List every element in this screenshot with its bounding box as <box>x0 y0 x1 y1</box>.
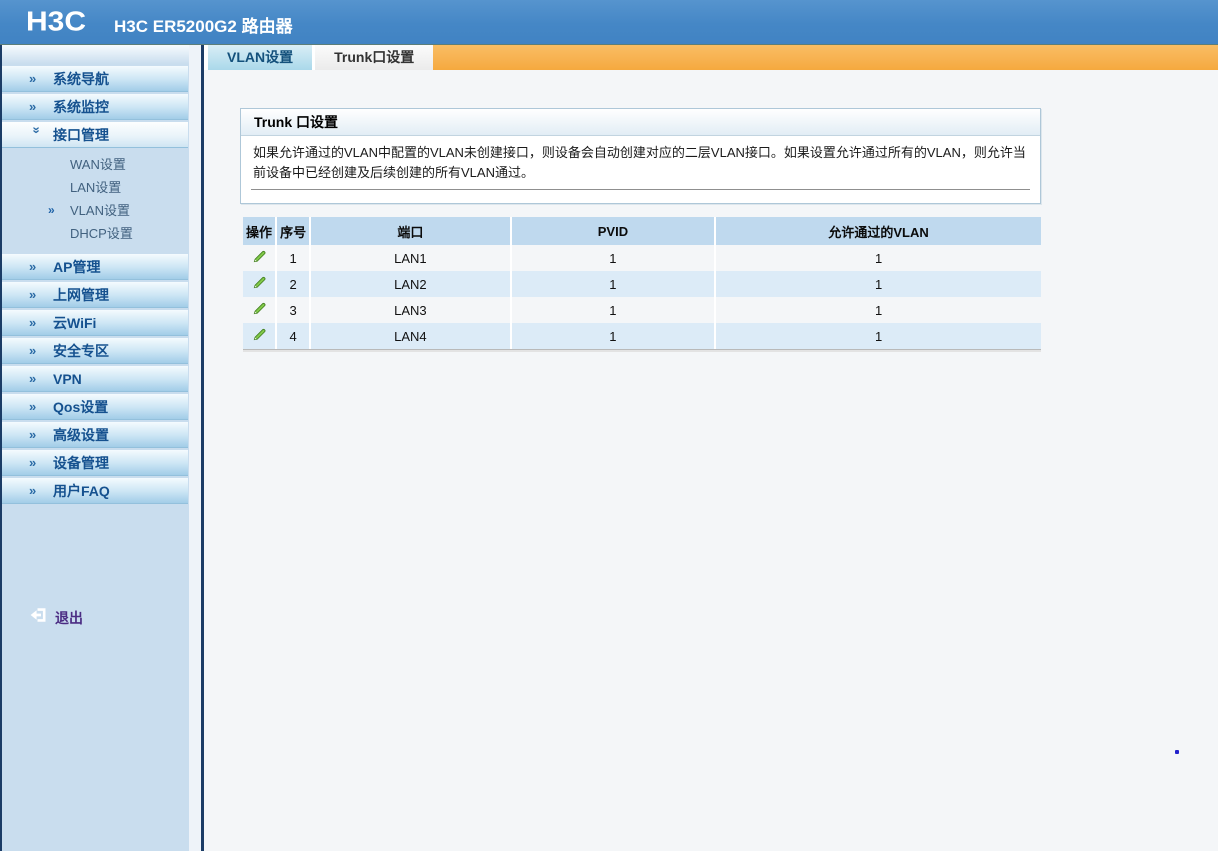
vlans-cell: 1 <box>716 297 1041 323</box>
stray-dot <box>1175 750 1179 754</box>
port-cell: LAN2 <box>311 271 512 297</box>
sidebar-item-advanced-settings[interactable]: » 高级设置 <box>2 422 188 448</box>
tab-trunk-settings[interactable]: Trunk口设置 <box>315 45 433 70</box>
sidebar-item-security-zone[interactable]: » 安全专区 <box>2 338 188 364</box>
sidebar-item-label: 接口管理 <box>53 125 109 145</box>
sidebar-subitem-wan-settings[interactable]: WAN设置 <box>2 153 201 176</box>
trunk-settings-panel: Trunk 口设置 如果允许通过的VLAN中配置的VLAN未创建接口，则设备会自… <box>240 108 1041 204</box>
trunk-port-table: 操作序号端口PVID允许通过的VLAN 1LAN1112LAN2113LAN31… <box>243 217 1041 350</box>
index-cell: 1 <box>277 245 311 271</box>
edit-pencil-icon[interactable] <box>252 301 267 316</box>
edit-pencil-icon[interactable] <box>252 249 267 264</box>
sidebar-subitem-label: LAN设置 <box>70 180 121 195</box>
logout-icon <box>28 606 48 629</box>
table-row: 3LAN311 <box>243 297 1041 323</box>
chevron-right-icon: » <box>29 484 45 497</box>
chevron-right-icon: » <box>29 456 45 469</box>
pvid-cell: 1 <box>512 245 717 271</box>
sidebar-item-label: VPN <box>53 371 82 387</box>
app-header: H3C H3C ER5200G2 路由器 <box>0 0 1218 45</box>
sidebar-subitem-lan-settings[interactable]: LAN设置 <box>2 176 201 199</box>
sidebar-item-label: 云WiFi <box>53 313 96 333</box>
port-cell: LAN1 <box>311 245 512 271</box>
sidebar-item-interface-mgmt[interactable]: » 接口管理 <box>2 122 188 148</box>
sidebar-item-label: 用户FAQ <box>53 481 110 501</box>
sidebar-item-label: AP管理 <box>53 257 100 277</box>
sidebar-item-internet-mgmt[interactable]: » 上网管理 <box>2 282 188 308</box>
action-cell <box>243 297 277 323</box>
pvid-cell: 1 <box>512 297 717 323</box>
sidebar-menu: » 系统导航 » 系统监控 » 接口管理 WAN设置 LAN设置 » VLAN设置 DHCP设置 » A… <box>2 66 201 504</box>
sidebar-subitem-dhcp-settings[interactable]: DHCP设置 <box>2 222 201 245</box>
index-cell: 2 <box>277 271 311 297</box>
logout-label: 退出 <box>55 608 83 628</box>
column-header: 端口 <box>311 217 512 245</box>
sidebar-item-user-faq[interactable]: » 用户FAQ <box>2 478 188 504</box>
chevron-right-icon: » <box>29 316 45 329</box>
chevron-right-icon: » <box>29 100 45 113</box>
chevron-down-icon: » <box>31 127 44 143</box>
tab-vlan-settings[interactable]: VLAN设置 <box>208 45 312 70</box>
table-row: 2LAN211 <box>243 271 1041 297</box>
chevron-right-icon: » <box>29 428 45 441</box>
submenu-interface-mgmt: WAN设置 LAN设置 » VLAN设置 DHCP设置 <box>2 153 201 245</box>
chevron-right-icon: » <box>29 372 45 385</box>
sidebar: » 系统导航 » 系统监控 » 接口管理 WAN设置 LAN设置 » VLAN设置 DHCP设置 » A… <box>0 45 204 851</box>
tabbar-orange-strip <box>433 45 1218 70</box>
table-row: 1LAN111 <box>243 245 1041 271</box>
vlans-cell: 1 <box>716 271 1041 297</box>
column-header: PVID <box>512 217 717 245</box>
sidebar-item-label: 系统监控 <box>53 97 109 117</box>
sidebar-item-label: 高级设置 <box>53 425 109 445</box>
sidebar-item-label: 设备管理 <box>53 453 109 473</box>
tab-bar: VLAN设置Trunk口设置 <box>204 45 1218 70</box>
index-cell: 4 <box>277 323 311 349</box>
sidebar-item-vpn[interactable]: » VPN <box>2 366 188 392</box>
h3c-logo: H3C <box>26 6 86 37</box>
port-cell: LAN3 <box>311 297 512 323</box>
sidebar-item-cloud-wifi[interactable]: » 云WiFi <box>2 310 188 336</box>
sidebar-item-ap-mgmt[interactable]: » AP管理 <box>2 254 188 280</box>
sidebar-item-qos-settings[interactable]: » Qos设置 <box>2 394 188 420</box>
chevron-right-icon: » <box>29 400 45 413</box>
table-row: 4LAN411 <box>243 323 1041 349</box>
column-header: 序号 <box>277 217 311 245</box>
pvid-cell: 1 <box>512 271 717 297</box>
sidebar-item-device-mgmt[interactable]: » 设备管理 <box>2 450 188 476</box>
panel-title: Trunk 口设置 <box>241 109 1040 136</box>
sidebar-item-label: Qos设置 <box>53 397 108 417</box>
active-item-arrow-icon: » <box>48 199 55 222</box>
logout-button[interactable]: 退出 <box>28 606 83 629</box>
edit-pencil-icon[interactable] <box>252 327 267 342</box>
column-header: 允许通过的VLAN <box>716 217 1041 245</box>
action-cell <box>243 271 277 297</box>
vlans-cell: 1 <box>716 323 1041 349</box>
sidebar-item-label: 系统导航 <box>53 69 109 89</box>
chevron-right-icon: » <box>29 260 45 273</box>
action-cell <box>243 323 277 349</box>
pvid-cell: 1 <box>512 323 717 349</box>
sidebar-item-label: 上网管理 <box>53 285 109 305</box>
sidebar-subitem-vlan-settings[interactable]: » VLAN设置 <box>2 199 201 222</box>
index-cell: 3 <box>277 297 311 323</box>
chevron-right-icon: » <box>29 288 45 301</box>
port-cell: LAN4 <box>311 323 512 349</box>
sidebar-item-system-monitor[interactable]: » 系统监控 <box>2 94 188 120</box>
sidebar-subitem-label: WAN设置 <box>70 157 126 172</box>
chevron-right-icon: » <box>29 344 45 357</box>
chevron-right-icon: » <box>29 72 45 85</box>
main-content: Trunk 口设置 如果允许通过的VLAN中配置的VLAN未创建接口，则设备会自… <box>204 70 1218 851</box>
sidebar-item-system-nav[interactable]: » 系统导航 <box>2 66 188 92</box>
app-title: H3C ER5200G2 路由器 <box>114 12 293 37</box>
column-header: 操作 <box>243 217 277 245</box>
action-cell <box>243 245 277 271</box>
sidebar-subitem-label: VLAN设置 <box>70 203 130 218</box>
sidebar-item-label: 安全专区 <box>53 341 109 361</box>
edit-pencil-icon[interactable] <box>252 275 267 290</box>
panel-description: 如果允许通过的VLAN中配置的VLAN未创建接口，则设备会自动创建对应的二层VL… <box>241 136 1040 183</box>
sidebar-subitem-label: DHCP设置 <box>70 226 133 241</box>
vlans-cell: 1 <box>716 245 1041 271</box>
